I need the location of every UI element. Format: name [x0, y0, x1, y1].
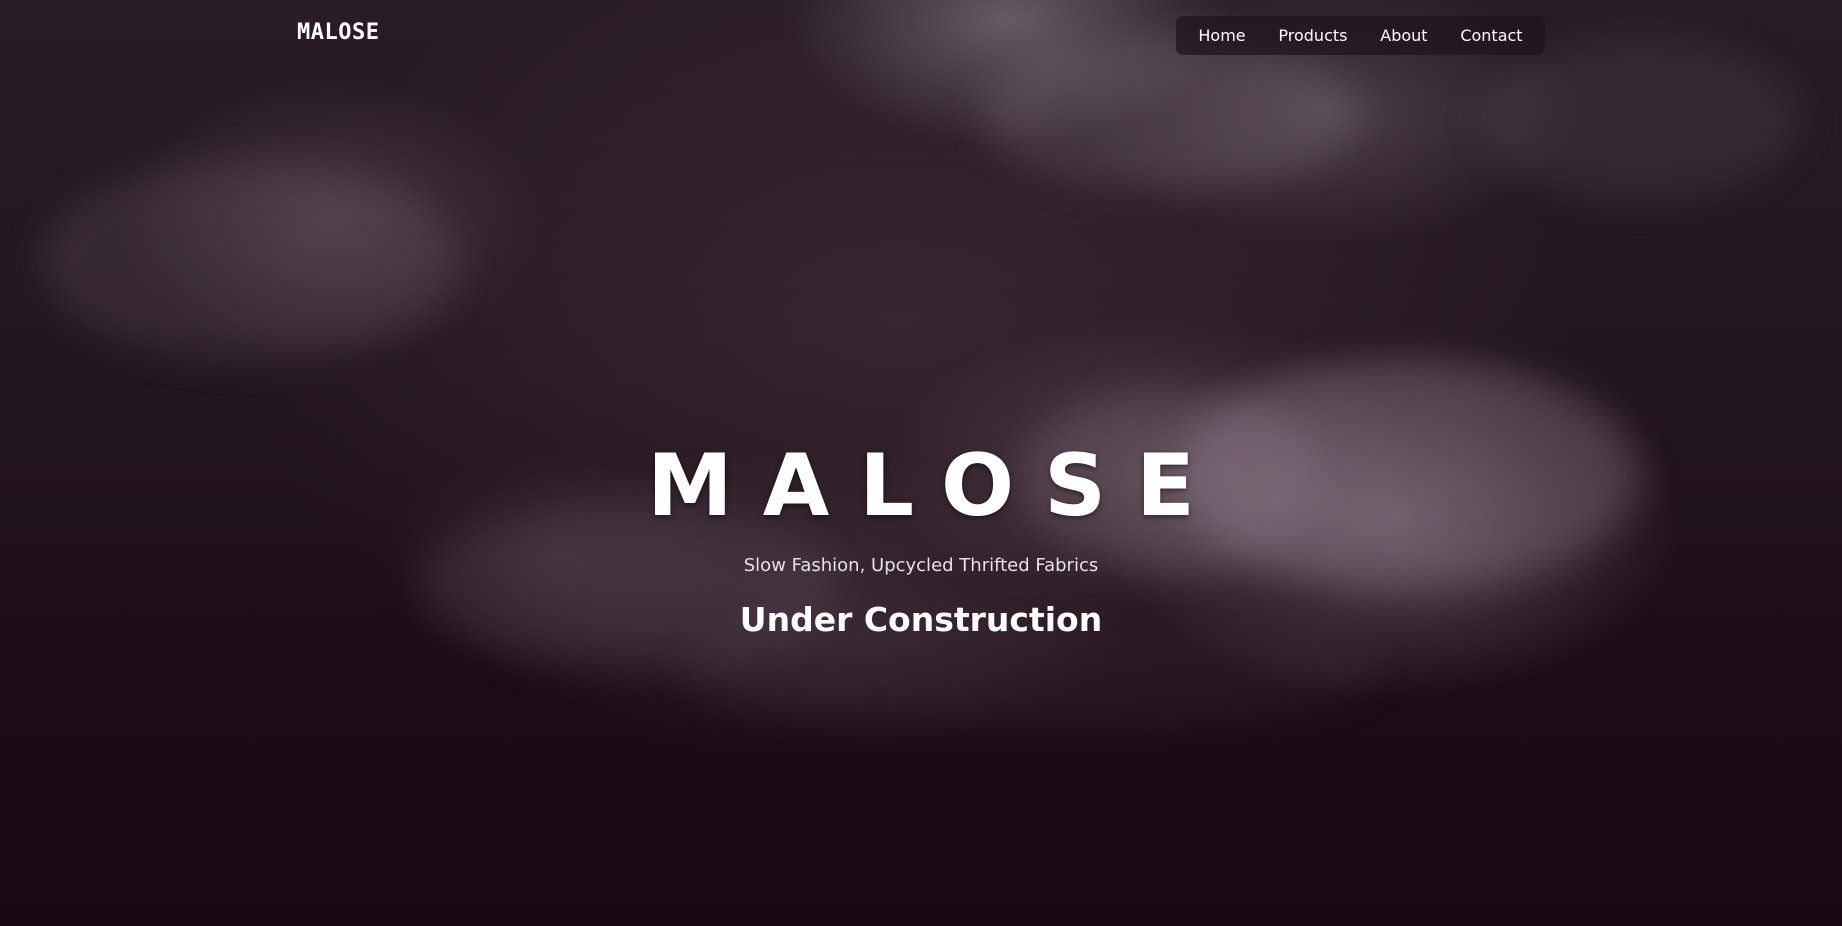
cloud-backdrop: [1480, 40, 1800, 200]
main-nav: Home Products About Contact: [1176, 16, 1545, 55]
nav-contact-link[interactable]: Contact: [1460, 26, 1522, 45]
hero-section: MALOSE Home Products About Contact MALOS…: [0, 0, 1842, 926]
hero-subtitle: Slow Fashion, Upcycled Thrifted Fabrics: [743, 555, 1099, 576]
cloud-backdrop: [40, 160, 460, 360]
hero-title: MALOSE: [647, 436, 1225, 536]
nav-about-link[interactable]: About: [1380, 26, 1427, 45]
under-construction-heading: Under Construction: [739, 600, 1103, 639]
nav-products-link[interactable]: Products: [1278, 26, 1347, 45]
nav-home-link[interactable]: Home: [1198, 26, 1245, 45]
site-logo[interactable]: MALOSE: [297, 20, 379, 45]
cloud-backdrop: [980, 40, 1360, 190]
